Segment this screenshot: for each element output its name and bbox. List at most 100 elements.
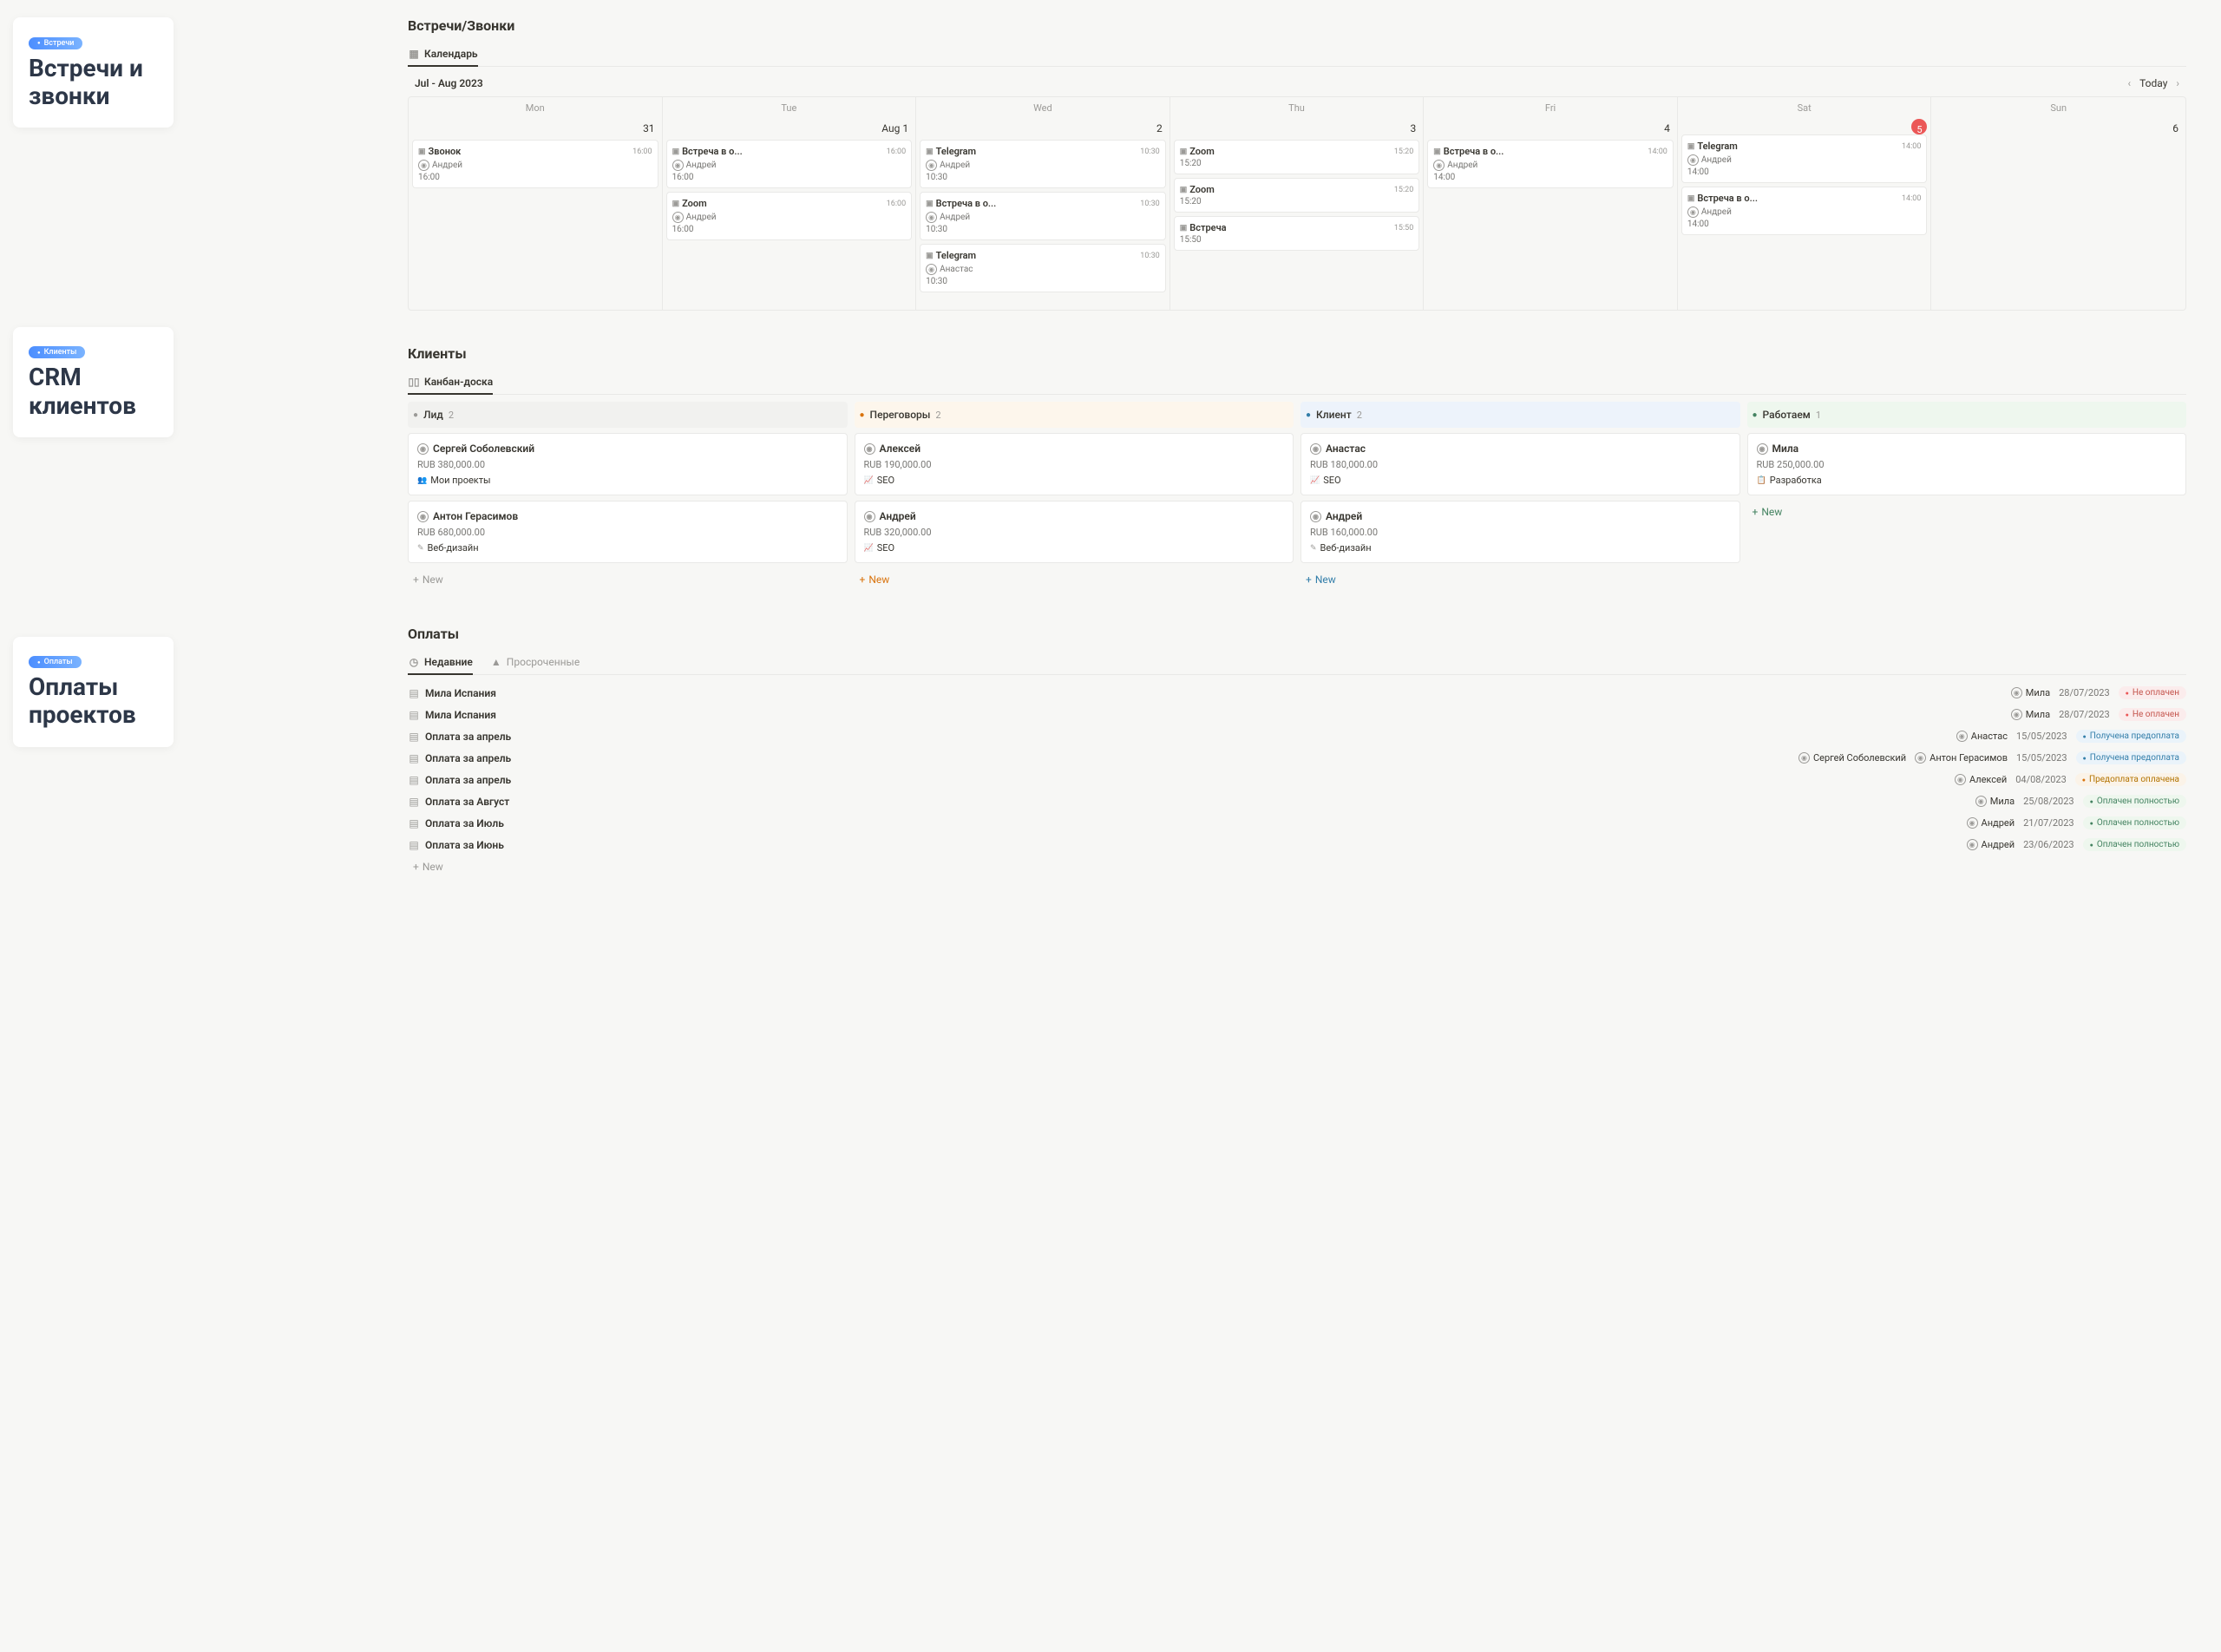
calendar-event[interactable]: ▣Встреча в о...14:00Андрей14:00 (1427, 140, 1674, 188)
card-price: RUB 380,000.00 (417, 459, 838, 470)
payment-title: Мила Испания (425, 687, 496, 699)
calendar-event[interactable]: ▣Звонок16:00Андрей16:00 (412, 140, 658, 188)
kanban-card[interactable]: АндрейRUB 160,000.00✎Веб-дизайн (1300, 501, 1740, 563)
event-title: Встреча в о... (1444, 146, 1504, 157)
status-badge: Не оплачен (2119, 708, 2186, 721)
kanban-card[interactable]: Сергей СоболевскийRUB 380,000.00👥Мои про… (408, 433, 848, 495)
event-icon: ▣ (926, 200, 934, 208)
calendar-event[interactable]: ▣Встреча15:5015:50 (1174, 216, 1420, 251)
payment-person: Алексей (1955, 774, 2007, 785)
payment-row[interactable]: ▤Оплата за апрельАнастас15/05/2023Получе… (408, 725, 2186, 747)
kanban-card[interactable]: Антон ГерасимовRUB 680,000.00✎Веб-дизайн (408, 501, 848, 563)
tab-kanban[interactable]: ▯▯Канбан-доска (408, 370, 493, 395)
add-payment-button[interactable]: +New (408, 856, 2186, 878)
payment-person: Андрей (1967, 817, 2015, 829)
event-person: Андрей (926, 160, 1160, 171)
calendar-event[interactable]: ▣Telegram10:30Анастас10:30 (920, 244, 1166, 292)
person-icon (926, 264, 937, 275)
card-tag: 📈SEO (864, 542, 1285, 554)
person-icon (926, 212, 937, 223)
event-time-top: 14:00 (1902, 194, 1921, 203)
payment-row[interactable]: ▤Мила ИспанияМила28/07/2023Не оплачен (408, 682, 2186, 704)
payment-row[interactable]: ▤Мила ИспанияМила28/07/2023Не оплачен (408, 704, 2186, 725)
card-price: RUB 320,000.00 (864, 527, 1285, 538)
add-card-button[interactable]: +New (1300, 568, 1740, 591)
event-person: Андрей (672, 160, 907, 171)
calendar-event[interactable]: ▣Zoom16:00Андрей16:00 (666, 192, 913, 240)
kanban-board: ●Лид2Сергей СоболевскийRUB 380,000.00👥Мо… (408, 402, 2186, 591)
tag-icon: 👥 (417, 476, 427, 485)
prev-button[interactable]: ‹ (2127, 77, 2131, 89)
person-icon (1433, 160, 1445, 171)
card-tag: 📈SEO (864, 475, 1285, 486)
kanban-card[interactable]: АндрейRUB 320,000.00📈SEO (855, 501, 1294, 563)
calendar-event[interactable]: ▣Telegram14:00Андрей14:00 (1681, 134, 1928, 183)
event-time-top: 10:30 (1140, 148, 1159, 156)
clients-title: Клиенты (408, 345, 2186, 362)
calendar-event[interactable]: ▣Zoom15:2015:20 (1174, 140, 1420, 174)
add-card-button[interactable]: +New (855, 568, 1294, 591)
event-title: Telegram (936, 146, 976, 157)
calendar-event[interactable]: ▣Telegram10:30Андрей10:30 (920, 140, 1166, 188)
tab-Просроченные[interactable]: ▲Просроченные (490, 651, 580, 675)
tab-Недавние[interactable]: ◷Недавние (408, 651, 473, 675)
event-time-top: 16:00 (632, 148, 652, 156)
calendar-column: 3▣Zoom15:2015:20▣Zoom15:2015:20▣Встреча1… (1170, 119, 1425, 310)
sidebar-card-2[interactable]: ОплатыОплаты проектов (13, 637, 174, 747)
payment-row[interactable]: ▤Оплата за апрельАлексей04/08/2023Предоп… (408, 769, 2186, 790)
add-card-button[interactable]: +New (1747, 501, 2187, 523)
kanban-card[interactable]: АнастасRUB 180,000.00📈SEO (1300, 433, 1740, 495)
event-time-top: 14:00 (1902, 142, 1921, 151)
card-price: RUB 250,000.00 (1757, 459, 2178, 470)
next-button[interactable]: › (2176, 77, 2179, 89)
payment-date: 04/08/2023 (2015, 774, 2067, 785)
plus-icon: + (1306, 574, 1312, 586)
event-time: 16:00 (672, 225, 907, 234)
event-person: Андрей (1433, 160, 1667, 171)
calendar-event[interactable]: ▣Встреча в о...14:00Андрей14:00 (1681, 187, 1928, 235)
payment-row[interactable]: ▤Оплата за АвгустМила25/08/2023Оплачен п… (408, 790, 2186, 812)
tab-label: Недавние (424, 656, 473, 668)
calendar-icon: ▦ (408, 48, 420, 60)
tab-calendar[interactable]: ▦Календарь (408, 43, 478, 67)
payment-row[interactable]: ▤Оплата за ИюньАндрей23/06/2023Оплачен п… (408, 834, 2186, 856)
card-tag: 📈SEO (1310, 475, 1731, 486)
event-icon: ▣ (672, 200, 680, 208)
clients-tabs: ▯▯Канбан-доска (408, 370, 2186, 395)
calendar-event[interactable]: ▣Zoom15:2015:20 (1174, 178, 1420, 213)
payment-row[interactable]: ▤Оплата за апрельСергей СоболевскийАнтон… (408, 747, 2186, 769)
event-person: Андрей (672, 212, 907, 223)
tab-label: Просроченные (507, 656, 580, 668)
person-icon (1310, 443, 1321, 455)
day-head: Tue (663, 97, 917, 119)
payment-title: Оплата за апрель (425, 731, 511, 743)
day-head: Wed (916, 97, 1170, 119)
sidebar-card-0[interactable]: ВстречиВстречи и звонки (13, 17, 174, 128)
person-icon (1967, 839, 1978, 850)
card-price: RUB 680,000.00 (417, 527, 838, 538)
kanban-label: Работаем (1763, 409, 1811, 421)
plus-icon: + (860, 574, 866, 586)
calendar-event[interactable]: ▣Встреча в о...16:00Андрей16:00 (666, 140, 913, 188)
person-icon (1687, 206, 1699, 218)
day-head: Mon (409, 97, 663, 119)
tag-icon: 📈 (864, 544, 874, 553)
event-icon: ▣ (926, 252, 934, 260)
kanban-card[interactable]: МилаRUB 250,000.00📋Разработка (1747, 433, 2187, 495)
payment-title: Оплата за апрель (425, 774, 511, 786)
payment-title: Оплата за Июнь (425, 839, 504, 851)
sidebar-card-1[interactable]: КлиентыCRM клиентов (13, 327, 174, 437)
pill-label: Оплаты (29, 656, 82, 668)
person-icon (1975, 796, 1987, 807)
calendar-day-heads: MonTueWedThuFriSatSun (409, 97, 2185, 119)
today-button[interactable]: Today (2139, 77, 2167, 89)
calendar-event[interactable]: ▣Встреча в о...10:30Андрей10:30 (920, 192, 1166, 240)
payment-date: 15/05/2023 (2016, 752, 2067, 764)
calendar-grid: MonTueWedThuFriSatSun 31▣Звонок16:00Андр… (408, 96, 2186, 311)
add-card-button[interactable]: +New (408, 568, 848, 591)
status-badge: Оплачен полностью (2083, 838, 2186, 851)
payment-row[interactable]: ▤Оплата за ИюльАндрей21/07/2023Оплачен п… (408, 812, 2186, 834)
status-badge: Предоплата оплачена (2075, 773, 2186, 786)
event-icon: ▣ (672, 148, 680, 156)
kanban-card[interactable]: АлексейRUB 190,000.00📈SEO (855, 433, 1294, 495)
